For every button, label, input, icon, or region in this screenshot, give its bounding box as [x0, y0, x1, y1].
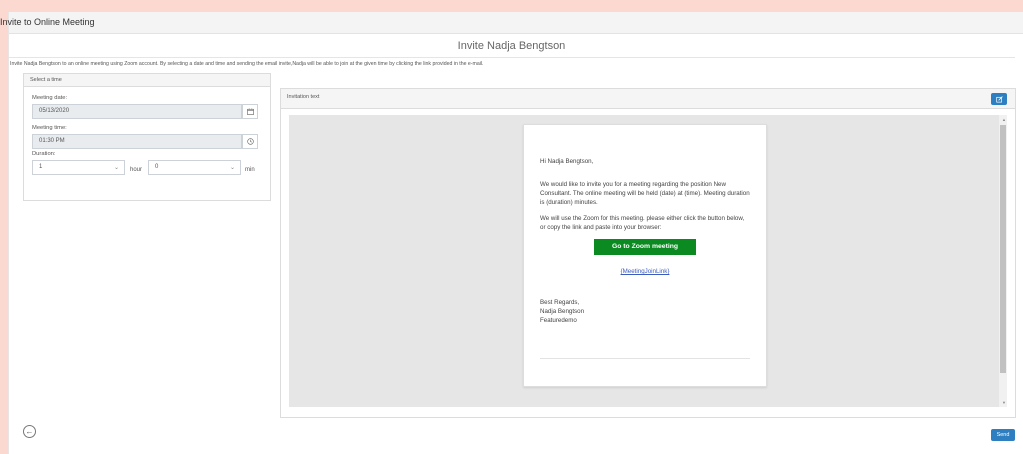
duration-label: Duration:	[32, 151, 56, 157]
back-arrow-icon[interactable]: ←	[23, 425, 36, 438]
email-preview: Hi Nadja Bengtson, We would like to invi…	[523, 124, 767, 387]
clock-icon[interactable]	[242, 134, 258, 149]
email-paragraph-1: We would like to invite you for a meetin…	[540, 181, 750, 206]
email-company: Featuredemo	[540, 317, 577, 324]
time-panel: Select a time Meeting date: 05/13/2020 M…	[23, 73, 271, 201]
edit-icon[interactable]	[991, 93, 1007, 105]
window-title: Invite to Online Meeting	[0, 17, 95, 27]
hours-unit-label: hour	[130, 167, 143, 173]
title-bar	[9, 12, 1023, 34]
time-panel-title: Select a time	[24, 74, 270, 87]
duration-hours-value: 1	[39, 164, 43, 170]
duration-minutes-value: 0	[155, 164, 159, 170]
meeting-time-label: Meeting time:	[32, 125, 67, 131]
send-button[interactable]: Send	[991, 429, 1015, 441]
zoom-meeting-button[interactable]: Go to Zoom meeting	[594, 239, 696, 255]
email-greeting: Hi Nadja Bengtson,	[540, 158, 594, 165]
email-paragraph-2: We will use the Zoom for this meeting. p…	[540, 215, 745, 231]
preview-scrollbar[interactable]: ▲ ▼	[999, 115, 1007, 407]
page-heading: Invite Nadja Bengtson	[457, 40, 566, 52]
chevron-down-icon: ⌄	[229, 165, 235, 171]
heading-divider	[8, 57, 1015, 58]
scroll-up-icon[interactable]: ▲	[1002, 117, 1006, 122]
invite-description: Invite Nadja Bengtson to an online meeti…	[10, 61, 484, 67]
chevron-down-icon: ⌄	[113, 165, 119, 171]
scrollbar-thumb[interactable]	[1000, 125, 1006, 373]
calendar-icon[interactable]	[242, 104, 258, 119]
meeting-join-link[interactable]: {MeetingJoinLink}	[540, 267, 750, 276]
invitation-panel: Invitation text Hi Nadja Bengtson, We wo…	[280, 88, 1016, 418]
scroll-down-icon[interactable]: ▼	[1002, 400, 1006, 405]
minutes-unit-label: min	[245, 167, 255, 173]
invitation-preview[interactable]: Hi Nadja Bengtson, We would like to invi…	[289, 115, 1007, 407]
duration-minutes-select[interactable]: 0 ⌄	[148, 160, 241, 175]
duration-hours-select[interactable]: 1 ⌄	[32, 160, 125, 175]
meeting-date-input[interactable]: 05/13/2020	[32, 104, 242, 119]
meeting-time-input[interactable]: 01:30 PM	[32, 134, 242, 149]
meeting-date-label: Meeting date:	[32, 95, 68, 101]
invitation-panel-title: Invitation text	[281, 89, 1015, 109]
email-sender-name: Nadja Bengtson	[540, 308, 585, 315]
email-closing: Best Regards,	[540, 299, 580, 306]
email-divider	[540, 358, 750, 359]
